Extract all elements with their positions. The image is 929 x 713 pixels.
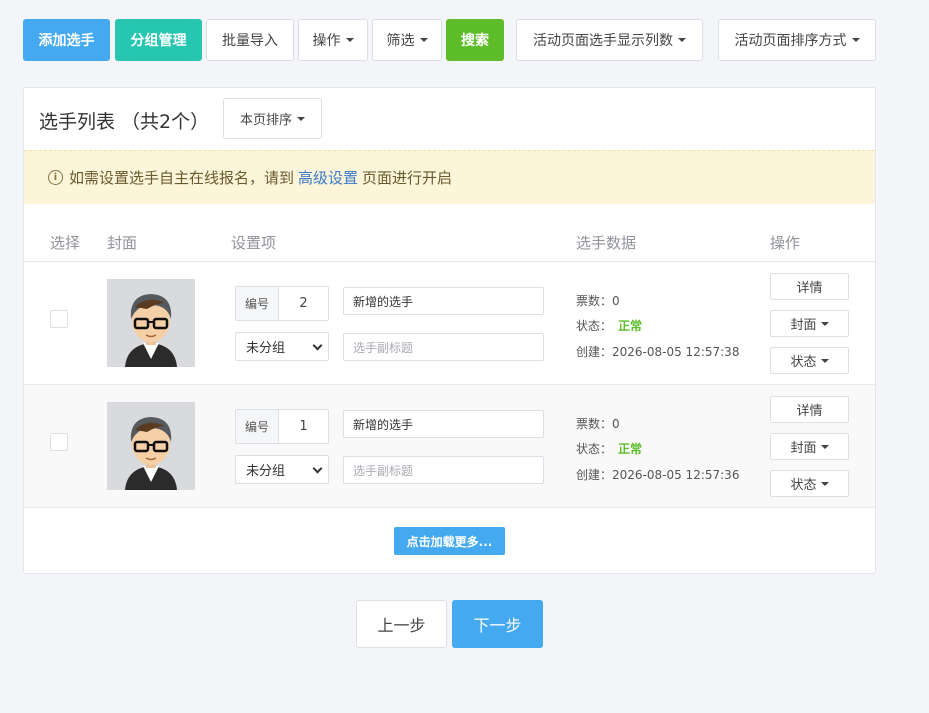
number-value[interactable]: 1 xyxy=(279,410,328,443)
cover-label: 封面 xyxy=(790,441,817,456)
caret-down-icon xyxy=(820,444,829,449)
operate-label: 操作 xyxy=(312,33,341,49)
created-stat: 创建：2026-08-05 12:57:38 xyxy=(576,345,740,359)
table-row: 编号 2 新增的选手 未分组 选手副标题 票数：0 状态： 正常 创建：2026-… xyxy=(24,261,875,384)
column-header-ops: 操作 xyxy=(770,234,801,252)
status-dropdown[interactable]: 状态 xyxy=(770,470,849,497)
votes-stat: 票数：0 xyxy=(576,417,620,431)
cover-dropdown[interactable]: 封面 xyxy=(770,310,849,337)
sort-label: 活动页面排序方式 xyxy=(734,33,847,49)
group-manage-button[interactable]: 分组管理 xyxy=(115,19,202,61)
avatar xyxy=(107,279,195,367)
page-sort-label: 本页排序 xyxy=(239,113,292,128)
filter-label: 筛选 xyxy=(386,33,415,49)
caret-down-icon xyxy=(297,116,305,121)
subtitle-input[interactable]: 选手副标题 xyxy=(343,333,544,361)
load-more-button[interactable]: 点击加载更多... xyxy=(394,527,505,555)
columns-dropdown[interactable]: 活动页面选手显示列数 xyxy=(516,19,703,61)
search-button[interactable]: 搜索 xyxy=(446,19,504,61)
group-manage-label: 分组管理 xyxy=(130,33,187,49)
notice-text-suffix: 页面进行开启 xyxy=(362,169,453,187)
chevron-down-icon xyxy=(312,340,323,351)
table-row: 编号 1 新增的选手 未分组 选手副标题 票数：0 状态： 正常 创建：2026-… xyxy=(24,384,875,507)
status-value: 正常 xyxy=(618,442,643,456)
cover-label: 封面 xyxy=(790,318,817,333)
caret-down-icon xyxy=(820,481,829,486)
detail-label: 详情 xyxy=(796,404,823,419)
advanced-settings-link[interactable]: 高级设置 xyxy=(298,167,358,188)
detail-label: 详情 xyxy=(796,281,823,296)
detail-button[interactable]: 详情 xyxy=(770,273,849,300)
row-checkbox[interactable] xyxy=(50,433,68,451)
column-header-data: 选手数据 xyxy=(576,234,637,252)
add-player-button[interactable]: 添加选手 xyxy=(23,19,110,61)
avatar-image xyxy=(107,279,195,367)
status-button-label: 状态 xyxy=(790,478,817,493)
number-field[interactable]: 编号 1 xyxy=(235,409,329,444)
next-step-label: 下一步 xyxy=(473,616,522,635)
columns-label: 活动页面选手显示列数 xyxy=(533,33,673,49)
number-field[interactable]: 编号 2 xyxy=(235,286,329,321)
number-value[interactable]: 2 xyxy=(279,287,328,320)
caret-down-icon xyxy=(820,321,829,326)
prev-step-label: 上一步 xyxy=(377,616,426,635)
number-label: 编号 xyxy=(236,287,279,320)
prev-step-button[interactable]: 上一步 xyxy=(356,600,447,648)
panel-title: 选手列表 （共2个） xyxy=(39,111,210,133)
batch-import-button[interactable]: 批量导入 xyxy=(206,19,294,61)
page-sort-dropdown[interactable]: 本页排序 xyxy=(223,98,322,139)
caret-down-icon xyxy=(678,38,686,42)
notice-text: 如需设置选手自主在线报名，请到 xyxy=(69,169,295,187)
player-name-input[interactable]: 新增的选手 xyxy=(343,287,544,315)
group-value: 未分组 xyxy=(246,464,286,479)
player-name-input[interactable]: 新增的选手 xyxy=(343,410,544,438)
detail-button[interactable]: 详情 xyxy=(770,396,849,423)
number-label: 编号 xyxy=(236,410,279,443)
batch-import-label: 批量导入 xyxy=(222,33,278,49)
created-stat: 创建：2026-08-05 12:57:36 xyxy=(576,468,740,482)
group-select[interactable]: 未分组 xyxy=(235,455,329,484)
column-header-settings: 设置项 xyxy=(231,234,277,252)
status-stat: 状态： 正常 xyxy=(576,317,642,334)
status-label: 状态： xyxy=(576,442,613,456)
avatar xyxy=(107,402,195,490)
status-stat: 状态： 正常 xyxy=(576,440,642,457)
cover-dropdown[interactable]: 封面 xyxy=(770,433,849,460)
sort-dropdown[interactable]: 活动页面排序方式 xyxy=(718,19,876,61)
column-header-cover: 封面 xyxy=(107,234,138,252)
status-button-label: 状态 xyxy=(790,355,817,370)
chevron-down-icon xyxy=(312,463,323,474)
player-list-panel: 选手列表 （共2个） 本页排序 i 如需设置选手自主在线报名，请到 高级设置 页… xyxy=(23,87,876,574)
status-dropdown[interactable]: 状态 xyxy=(770,347,849,374)
filter-dropdown[interactable]: 筛选 xyxy=(372,19,442,61)
info-icon: i xyxy=(48,170,63,185)
status-label: 状态： xyxy=(576,319,613,333)
row-checkbox[interactable] xyxy=(50,310,68,328)
search-label: 搜索 xyxy=(461,33,489,49)
caret-down-icon xyxy=(419,38,428,42)
group-select[interactable]: 未分组 xyxy=(235,332,329,361)
votes-stat: 票数：0 xyxy=(576,294,620,308)
status-value: 正常 xyxy=(618,319,643,333)
operate-dropdown[interactable]: 操作 xyxy=(298,19,368,61)
group-value: 未分组 xyxy=(246,341,286,356)
subtitle-input[interactable]: 选手副标题 xyxy=(343,456,544,484)
caret-down-icon xyxy=(851,38,860,42)
caret-down-icon xyxy=(820,358,829,363)
notice-alert: i 如需设置选手自主在线报名，请到 高级设置 页面进行开启 xyxy=(24,150,875,204)
next-step-button[interactable]: 下一步 xyxy=(452,600,543,648)
caret-down-icon xyxy=(345,38,354,42)
avatar-image xyxy=(107,402,195,490)
column-header-select: 选择 xyxy=(50,234,81,252)
add-player-label: 添加选手 xyxy=(38,33,95,49)
divider xyxy=(24,507,875,508)
